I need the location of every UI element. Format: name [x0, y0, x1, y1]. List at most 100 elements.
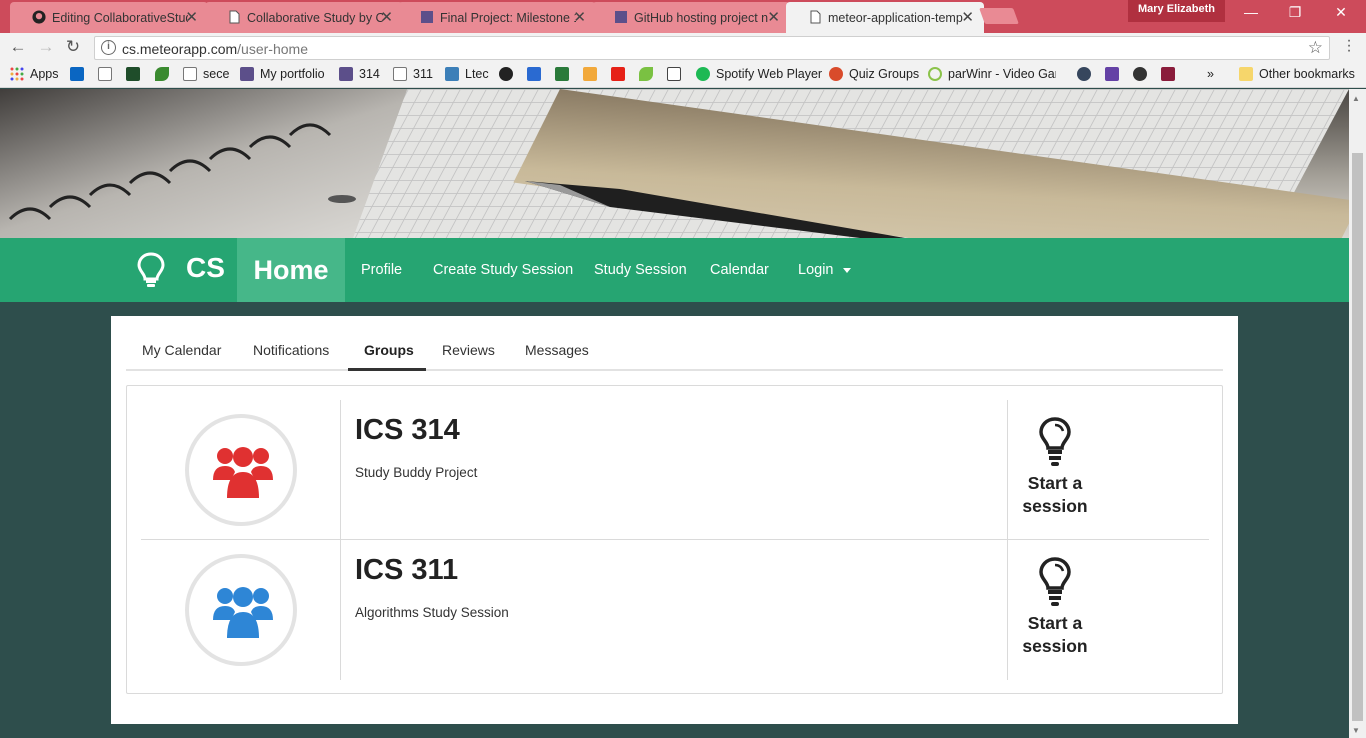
brand-logo[interactable]: CS [186, 252, 225, 284]
browser-tab[interactable]: Final Project: Milestone 1 ✕ [398, 2, 596, 33]
close-icon[interactable]: ✕ [573, 8, 586, 26]
bookmark-314[interactable]: 314 [339, 67, 380, 81]
close-icon[interactable]: ✕ [961, 8, 974, 26]
window-close-icon[interactable]: ✕ [1326, 4, 1356, 21]
reload-icon[interactable]: ↻ [62, 37, 84, 57]
c-icon[interactable] [667, 67, 687, 81]
app-icon [240, 67, 254, 81]
forward-arrow-icon[interactable]: → [35, 37, 57, 57]
bookmark-star-icon[interactable]: ☆ [1308, 38, 1323, 58]
scroll-down-icon[interactable]: ▼ [1352, 726, 1360, 735]
apps-grid-icon [10, 67, 24, 81]
group-avatar-cell [141, 540, 341, 680]
site-navbar: CS Home Profile Create Study Session Stu… [0, 238, 1349, 302]
youtube-icon[interactable] [611, 67, 631, 81]
bookmark-quiz-groups[interactable]: Quiz Groups [829, 67, 919, 81]
nav-study-session[interactable]: Study Session [594, 262, 687, 278]
start-session-button[interactable]: Start a session [1007, 400, 1209, 540]
quiz-icon [829, 67, 843, 81]
uh-icon[interactable] [126, 67, 146, 81]
scrollbar-thumb[interactable] [1352, 153, 1363, 721]
back-arrow-icon[interactable]: ← [7, 37, 29, 57]
document-icon [810, 10, 821, 24]
leaf-green-icon[interactable] [639, 67, 659, 81]
tab-title: meteor-application-temp [828, 10, 963, 25]
group-name[interactable]: ICS 311 [355, 554, 458, 587]
amazon-icon[interactable] [583, 67, 603, 81]
code-icon[interactable] [527, 67, 547, 81]
terminal-icon[interactable] [555, 67, 575, 81]
group-row: ICS 311 Algorithms Study Session Start a… [141, 540, 1209, 680]
bookmark-sece[interactable]: sece [183, 67, 229, 81]
pen-image [8, 123, 905, 238]
tab-title: GitHub hosting project n [634, 10, 769, 25]
caret-down-icon [843, 267, 852, 273]
group-description: Study Buddy Project [355, 465, 478, 480]
spotify-icon [696, 67, 710, 81]
groups-table: ICS 314 Study Buddy Project Start a sessi… [126, 385, 1223, 694]
bookmark-other[interactable]: Other bookmarks [1239, 67, 1355, 81]
browser-tab[interactable]: GitHub hosting project n ✕ [592, 2, 790, 33]
tab-reviews[interactable]: Reviews [442, 342, 495, 358]
group-description: Algorithms Study Session [355, 605, 509, 620]
restore-icon[interactable]: ❐ [1280, 4, 1310, 21]
document-icon [393, 67, 407, 81]
group-avatar-cell [141, 400, 341, 540]
start-session-label: Start a session [1022, 473, 1088, 516]
active-tab-indicator [348, 368, 426, 371]
document-icon [229, 10, 240, 24]
bookmark-parwinr[interactable]: parWinr - Video Gam [928, 67, 1056, 81]
address-toolbar: ← → ↻ i cs.meteorapp.com/user-home ☆ · · · [0, 33, 1366, 62]
bookmark-311[interactable]: 311 [393, 67, 433, 81]
new-tab-button[interactable] [979, 8, 1019, 24]
close-icon[interactable]: ✕ [767, 8, 780, 26]
url-text[interactable]: cs.meteorapp.com/user-home [122, 41, 308, 57]
close-icon[interactable]: ✕ [185, 8, 198, 26]
tab-title: Editing CollaborativeStud [52, 10, 188, 25]
browser-menu-icon[interactable]: · · · [1342, 33, 1356, 59]
bookmark-spotify[interactable]: Spotify Web Player [696, 67, 822, 81]
github-icon[interactable] [499, 67, 519, 81]
tab-notifications[interactable]: Notifications [253, 342, 329, 358]
bookmark-icon[interactable] [1133, 67, 1153, 81]
profile-badge[interactable]: Mary Elizabeth [1128, 0, 1226, 22]
bookmark-ltec[interactable]: Ltec [445, 67, 489, 81]
users-group-icon [213, 587, 273, 638]
browser-tab-active[interactable]: meteor-application-temp ✕ [786, 2, 984, 33]
nav-home[interactable]: Home [237, 238, 345, 302]
bookmark-portfolio[interactable]: My portfolio [240, 67, 325, 81]
nav-login-dropdown[interactable]: Login [798, 262, 852, 278]
users-group-icon [213, 447, 273, 498]
bookmarks-bar: Apps sece My portfolio 314 311 Ltec Spot… [0, 62, 1366, 88]
hero-banner-image [0, 89, 1349, 238]
document-icon[interactable] [98, 67, 118, 81]
tab-my-calendar[interactable]: My Calendar [142, 342, 221, 358]
nav-profile[interactable]: Profile [361, 262, 402, 278]
parwinr-icon [928, 67, 942, 81]
leaf-icon[interactable] [155, 67, 175, 81]
group-avatar [185, 554, 297, 666]
close-icon[interactable]: ✕ [380, 8, 393, 26]
tab-groups[interactable]: Groups [364, 342, 414, 358]
tab-title: Collaborative Study by C [247, 10, 383, 25]
bookmark-apps[interactable]: Apps [10, 67, 59, 81]
browser-tab[interactable]: Editing CollaborativeStud ✕ [10, 2, 208, 33]
nav-calendar[interactable]: Calendar [710, 262, 769, 278]
linkedin-icon[interactable] [70, 67, 90, 81]
group-name[interactable]: ICS 314 [355, 414, 460, 447]
url-bar[interactable]: i cs.meteorapp.com/user-home ☆ [94, 36, 1330, 60]
group-row: ICS 314 Study Buddy Project Start a sessi… [141, 400, 1209, 540]
more-bookmarks-button[interactable]: » [1207, 67, 1214, 81]
tab-messages[interactable]: Messages [525, 342, 589, 358]
group-avatar [185, 414, 297, 526]
start-session-button[interactable]: Start a session [1007, 540, 1209, 680]
browser-tab[interactable]: Collaborative Study by C ✕ [205, 2, 403, 33]
tumblr-icon[interactable] [1077, 67, 1097, 81]
quill-icon[interactable] [1161, 67, 1181, 81]
minimize-icon[interactable]: — [1236, 4, 1266, 20]
scroll-up-icon[interactable]: ▲ [1352, 94, 1360, 103]
twitch-icon[interactable] [1105, 67, 1125, 81]
info-icon[interactable]: i [101, 40, 116, 55]
lightbulb-icon [137, 252, 165, 287]
nav-create-study-session[interactable]: Create Study Session [433, 262, 573, 278]
